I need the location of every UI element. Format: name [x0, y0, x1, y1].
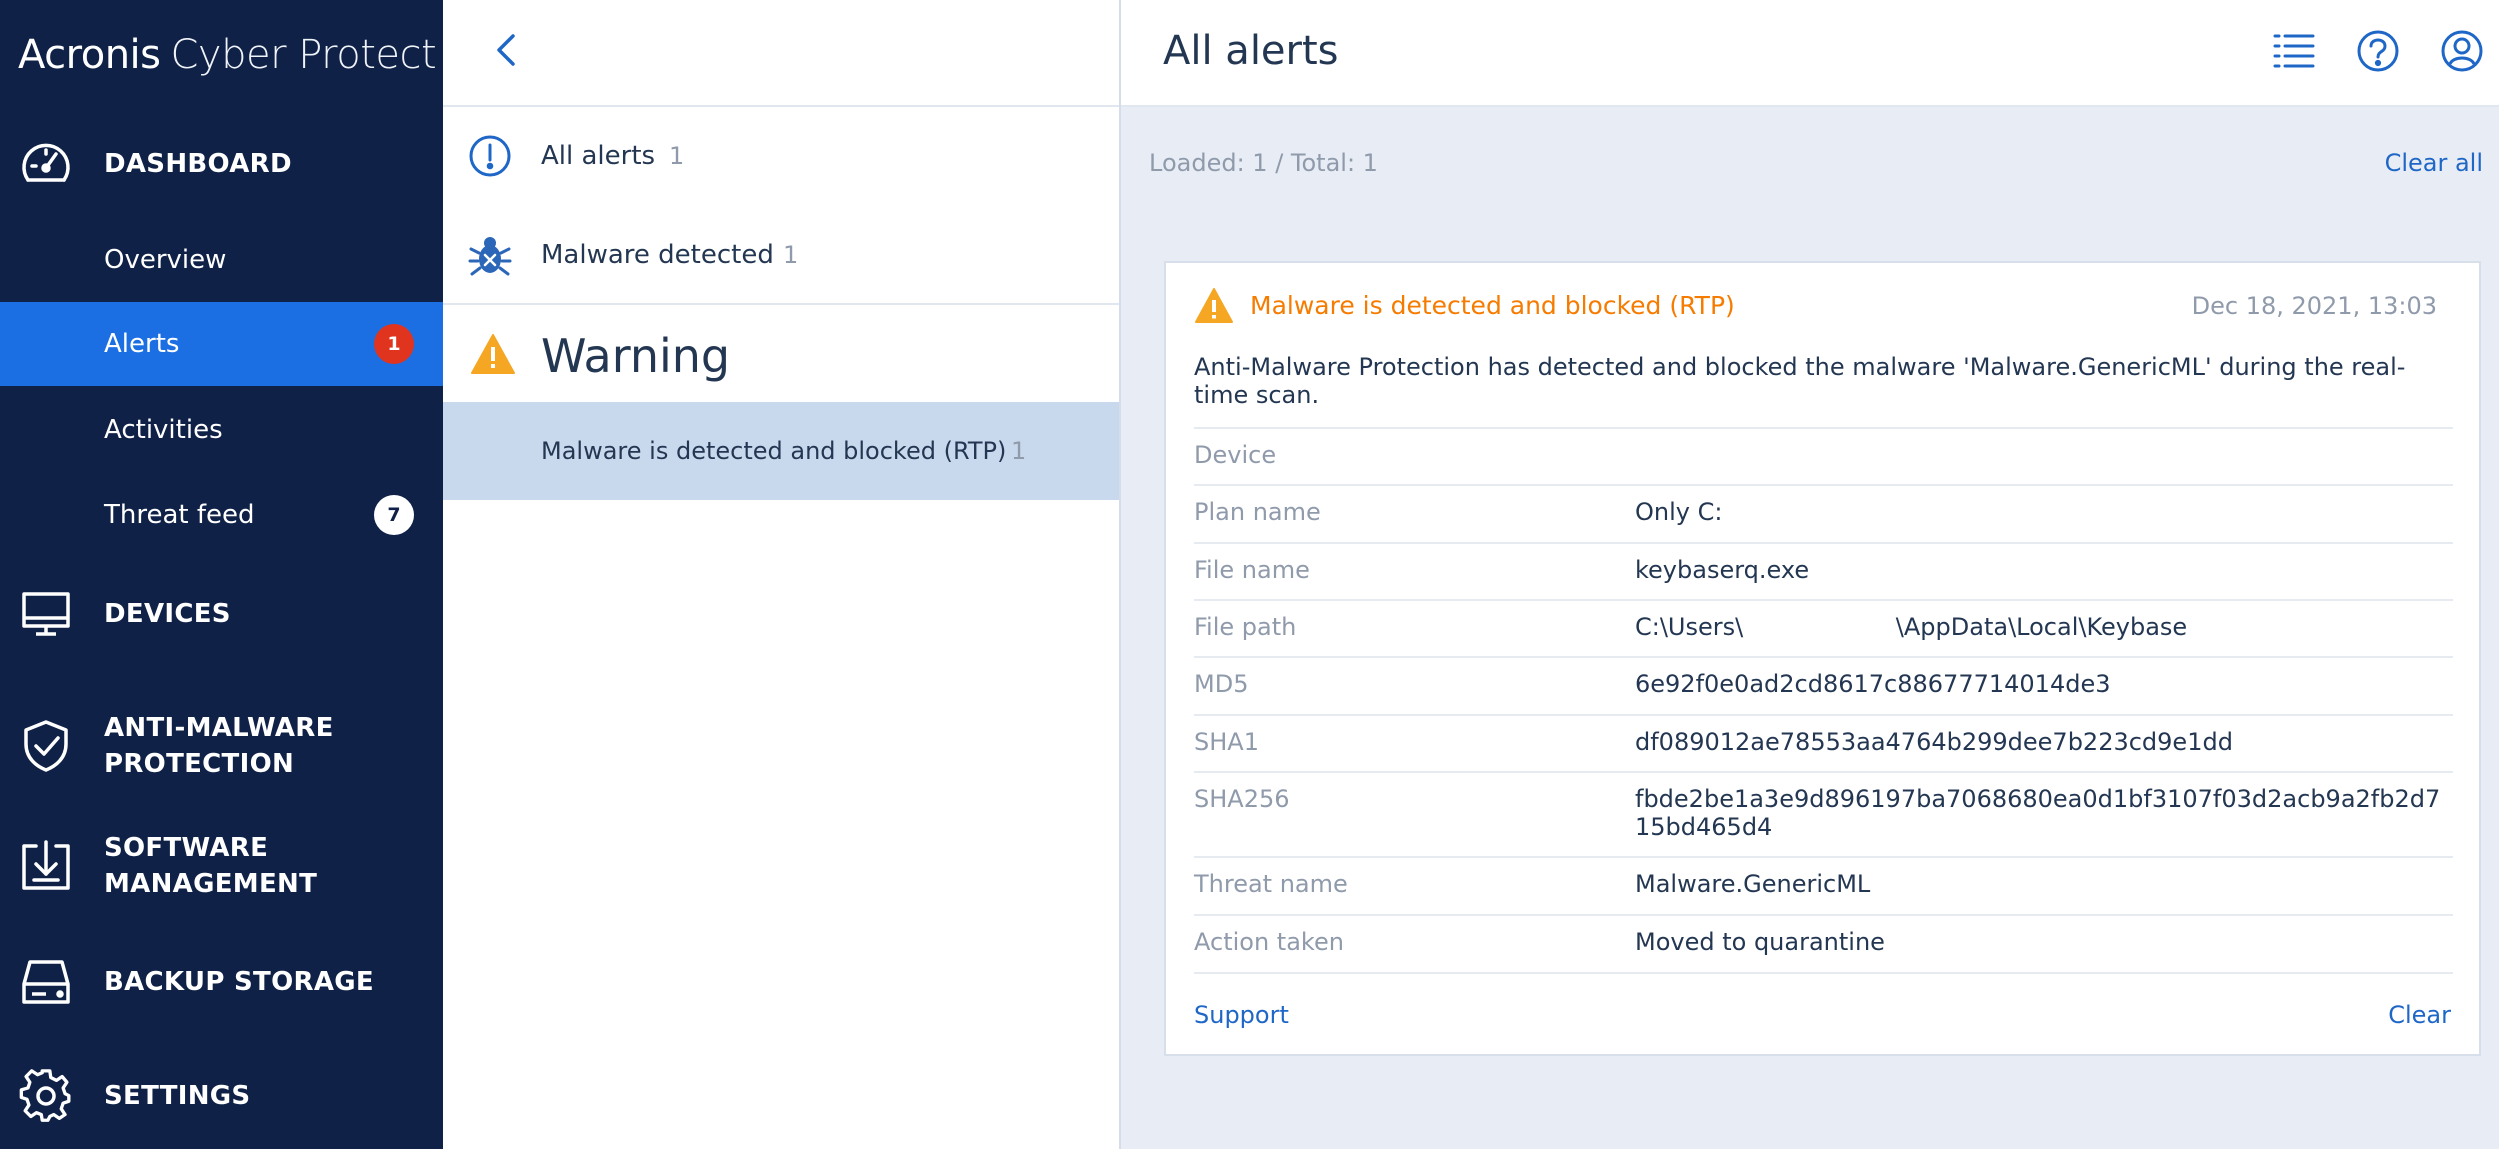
support-link[interactable]: Support: [1194, 999, 1289, 1031]
bug-icon: [468, 237, 512, 276]
help-icon[interactable]: [2355, 28, 2401, 74]
software-download-icon: [22, 840, 70, 890]
detail-row-sha1: SHA1 df089012ae78553aa4764b299dee7b223cd…: [1194, 714, 2453, 772]
detail-row-file-path: File path C:\Users\ \AppData\Local\Keyba…: [1194, 599, 2453, 657]
exclamation-circle-icon: [469, 135, 511, 177]
category-count: 1: [783, 241, 799, 269]
loaded-status: Loaded: 1 / Total: 1: [1149, 149, 1378, 177]
sidebar-item-label: Activities: [104, 415, 223, 445]
warning-triangle-icon: [1195, 288, 1233, 323]
alert-card: Malware is detected and blocked (RTP) De…: [1164, 261, 2481, 1056]
nav-section-backup-storage[interactable]: BACKUP STORAGE: [0, 954, 443, 1010]
detail-row-md5: MD5 6e92f0e0ad2cd8617c88677714014de3: [1194, 656, 2453, 714]
detail-value: Only C:: [1635, 498, 1723, 526]
shield-check-icon: [24, 720, 68, 772]
category-malware-blocked-rtp[interactable]: Malware is detected and blocked (RTP) 1: [443, 402, 1119, 500]
alert-title: Malware is detected and blocked (RTP): [1250, 291, 1735, 320]
detail-row-file-name: File name keybaserq.exe: [1194, 542, 2453, 600]
monitor-icon: [22, 592, 70, 636]
detail-value: C:\Users\ \AppData\Local\Keybase: [1635, 613, 2188, 641]
sidebar-item-overview[interactable]: Overview: [0, 218, 443, 302]
detail-row-sha256: SHA256 fbde2be1a3e9d896197ba7068680ea0d1…: [1194, 771, 2453, 857]
clear-all-link[interactable]: Clear all: [2385, 145, 2483, 181]
detail-key: Plan name: [1194, 498, 1321, 526]
logo-brand: Acronis: [18, 32, 161, 78]
page-title: All alerts: [1163, 28, 1339, 74]
detail-key: Device: [1194, 441, 1277, 469]
alerts-count-badge: 1: [374, 324, 414, 364]
nav-section-devices[interactable]: DEVICES: [0, 586, 443, 642]
gear-icon: [19, 1069, 71, 1122]
dashboard-icon: [22, 143, 70, 182]
back-chevron-icon[interactable]: [485, 28, 529, 72]
sidebar-item-label: Alerts: [104, 329, 180, 359]
nav-section-label: BACKUP STORAGE: [104, 967, 374, 997]
sidebar-item-alerts[interactable]: Alerts 1: [0, 302, 443, 386]
detail-key: File path: [1194, 613, 1297, 641]
nav-section-label: ANTI-MALWARE PROTECTION: [104, 710, 334, 782]
detail-row-device: Device: [1194, 427, 2453, 485]
detail-value: 6e92f0e0ad2cd8617c88677714014de3: [1635, 670, 2111, 698]
nav-section-label-line2: PROTECTION: [104, 749, 295, 779]
page-header: All alerts: [1121, 0, 2499, 107]
category-count: 1: [669, 142, 685, 170]
alert-categories-panel: All alerts 1 Malware detected 1 Warning …: [443, 0, 1121, 1149]
detail-value: keybaserq.exe: [1635, 556, 1810, 584]
list-icon[interactable]: [2271, 28, 2317, 74]
detail-row-action-taken: Action taken Moved to quarantine: [1194, 914, 2453, 974]
group-heading-warning: Warning: [541, 329, 731, 383]
alert-description: Anti-Malware Protection has detected and…: [1194, 353, 2406, 409]
detail-key: SHA256: [1194, 785, 1290, 813]
detail-value: df089012ae78553aa4764b299dee7b223cd9e1dd: [1635, 728, 2233, 756]
detail-key: Action taken: [1194, 928, 1344, 956]
detail-value: fbde2be1a3e9d896197ba7068680ea0d1bf3107f…: [1635, 785, 2441, 841]
alert-date: Dec 18, 2021, 13:03: [2191, 292, 2437, 320]
storage-drive-icon: [22, 960, 70, 1004]
nav-section-settings[interactable]: SETTINGS: [0, 1068, 443, 1124]
category-all-alerts[interactable]: All alerts 1: [443, 107, 1119, 205]
detail-row-threat-name: Threat name Malware.GenericML: [1194, 856, 2453, 914]
categories-header: [443, 0, 1119, 107]
category-label: All alerts: [541, 141, 656, 171]
nav-section-label-line2: MANAGEMENT: [104, 869, 318, 899]
sidebar: Acronis Cyber Protect DASHBOARD Overview …: [0, 0, 443, 1149]
nav-section-label-line1: SOFTWARE: [104, 833, 269, 863]
sidebar-item-label: Overview: [104, 245, 227, 275]
nav-section-label: SETTINGS: [104, 1081, 251, 1111]
warning-triangle-icon: [471, 334, 515, 374]
detail-value: Malware.GenericML: [1635, 870, 1871, 898]
detail-key: File name: [1194, 556, 1310, 584]
clear-alert-link[interactable]: Clear: [2388, 999, 2451, 1031]
category-count: 1: [1011, 437, 1027, 465]
nav-section-software-management[interactable]: SOFTWARE MANAGEMENT: [0, 828, 443, 904]
category-malware-detected[interactable]: Malware detected 1: [443, 206, 1119, 304]
nav-section-label: DEVICES: [104, 599, 231, 629]
sidebar-item-activities[interactable]: Activities: [0, 388, 443, 472]
sidebar-item-label: Threat feed: [104, 500, 255, 530]
nav-section-anti-malware[interactable]: ANTI-MALWARE PROTECTION: [0, 708, 443, 784]
nav-section-dashboard[interactable]: DASHBOARD: [0, 136, 443, 192]
detail-key: MD5: [1194, 670, 1249, 698]
threat-feed-count-badge: 7: [374, 495, 414, 535]
nav-section-label-line1: ANTI-MALWARE: [104, 713, 334, 743]
sidebar-item-threat-feed[interactable]: Threat feed 7: [0, 473, 443, 557]
detail-key: SHA1: [1194, 728, 1259, 756]
detail-value: Moved to quarantine: [1635, 928, 1885, 956]
detail-key: Threat name: [1194, 870, 1348, 898]
divider: [443, 303, 1119, 305]
app-logo: Acronis Cyber Protect: [18, 30, 437, 80]
detail-row-plan-name: Plan name Only C:: [1194, 484, 2453, 542]
category-label: Malware is detected and blocked (RTP): [541, 437, 1007, 465]
category-label: Malware detected: [541, 240, 774, 270]
account-icon[interactable]: [2439, 28, 2485, 74]
nav-section-label: SOFTWARE MANAGEMENT: [104, 830, 317, 902]
nav-section-label: DASHBOARD: [104, 149, 292, 179]
logo-product: Cyber Protect: [170, 32, 437, 78]
